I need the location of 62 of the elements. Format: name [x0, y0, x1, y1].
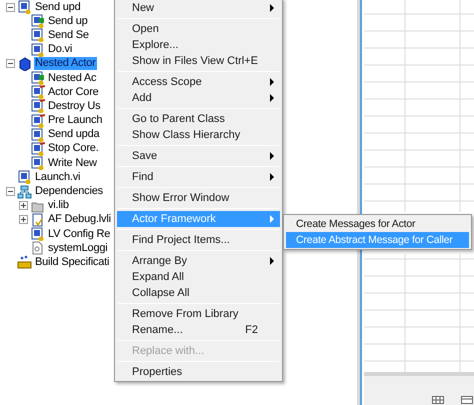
expand-toggle[interactable] — [19, 215, 28, 224]
document-icon — [30, 212, 45, 227]
tree-item[interactable]: Launch.vi — [34, 170, 82, 184]
menu-item[interactable]: Add — [117, 90, 280, 106]
cube-icon — [17, 56, 32, 71]
menu-item[interactable]: Arrange By — [117, 253, 280, 269]
tree-item[interactable]: LV Config Re — [47, 228, 112, 241]
tree-item[interactable]: Send Se — [47, 28, 90, 42]
collapse-toggle[interactable] — [6, 59, 15, 68]
tree-item[interactable]: Nested Actor — [34, 57, 97, 70]
menu-item[interactable]: Create Messages for Actor — [286, 216, 469, 232]
build-icon — [17, 255, 32, 270]
vi-icon — [30, 128, 45, 142]
tree-item[interactable]: Send upda — [47, 128, 100, 142]
vi-icon — [30, 227, 45, 242]
menu-item[interactable]: Expand All — [117, 269, 280, 285]
vi-icon — [30, 99, 45, 114]
tree-item[interactable]: Send upd — [34, 0, 82, 14]
vi-icon — [17, 170, 32, 184]
collapse-toggle[interactable] — [6, 2, 15, 12]
tree-item[interactable]: Write New — [47, 156, 98, 170]
menu-item[interactable]: Remove From Library — [117, 306, 280, 322]
menu-item[interactable]: Rename... F2 — [117, 322, 280, 338]
menu-item[interactable]: Find — [117, 169, 280, 185]
tree-item[interactable]: Pre Launch — [47, 114, 104, 128]
tree-item[interactable]: AF Debug.lvli — [47, 213, 112, 226]
menu-item[interactable]: Save — [117, 148, 280, 164]
tree-item[interactable]: Do.vi — [47, 43, 74, 56]
menu-item[interactable]: Access Scope — [117, 74, 280, 90]
tree-item[interactable]: Stop Core. — [47, 142, 100, 156]
tree-item[interactable]: Nested Ac — [47, 72, 98, 85]
vi-icon — [30, 114, 45, 128]
vi-icon — [30, 142, 45, 156]
tree-item[interactable]: vi.lib — [47, 199, 70, 212]
vi-icon — [30, 28, 45, 42]
grid-icon — [432, 396, 444, 404]
menu-item[interactable]: Find Project Items... — [117, 232, 280, 248]
menu-item[interactable]: Open — [117, 21, 280, 37]
tree-item[interactable]: Dependencies — [34, 185, 104, 198]
vi-icon — [30, 156, 45, 170]
tree-item[interactable]: systemLoggi — [47, 242, 109, 255]
menu-item[interactable]: Properties — [117, 364, 280, 380]
menu-item[interactable]: Show in Files View Ctrl+E — [117, 53, 280, 69]
menu-item[interactable]: Show Class Hierarchy — [117, 127, 280, 143]
tree-item[interactable]: Actor Core — [47, 86, 100, 99]
hierarchy-icon — [17, 184, 32, 199]
document-icon — [30, 241, 45, 256]
menu-item[interactable]: Explore... — [117, 37, 280, 53]
vi-icon — [30, 14, 45, 28]
tree-item[interactable]: Build Specificati — [34, 256, 110, 269]
panel-icon — [461, 396, 473, 404]
menu-item[interactable]: Show Error Window — [117, 190, 280, 206]
menu-item[interactable]: Collapse All — [117, 285, 280, 301]
expand-toggle[interactable] — [19, 201, 28, 210]
vi-icon — [30, 71, 45, 86]
tree-item[interactable]: Destroy Us — [47, 100, 102, 113]
menu-item[interactable]: Go to Parent Class — [117, 111, 280, 127]
vi-icon — [30, 42, 45, 57]
vi-icon — [30, 85, 45, 100]
collapse-toggle[interactable] — [6, 187, 15, 196]
tree-item[interactable]: Send up — [47, 14, 89, 28]
menu-item[interactable]: New — [117, 0, 280, 16]
